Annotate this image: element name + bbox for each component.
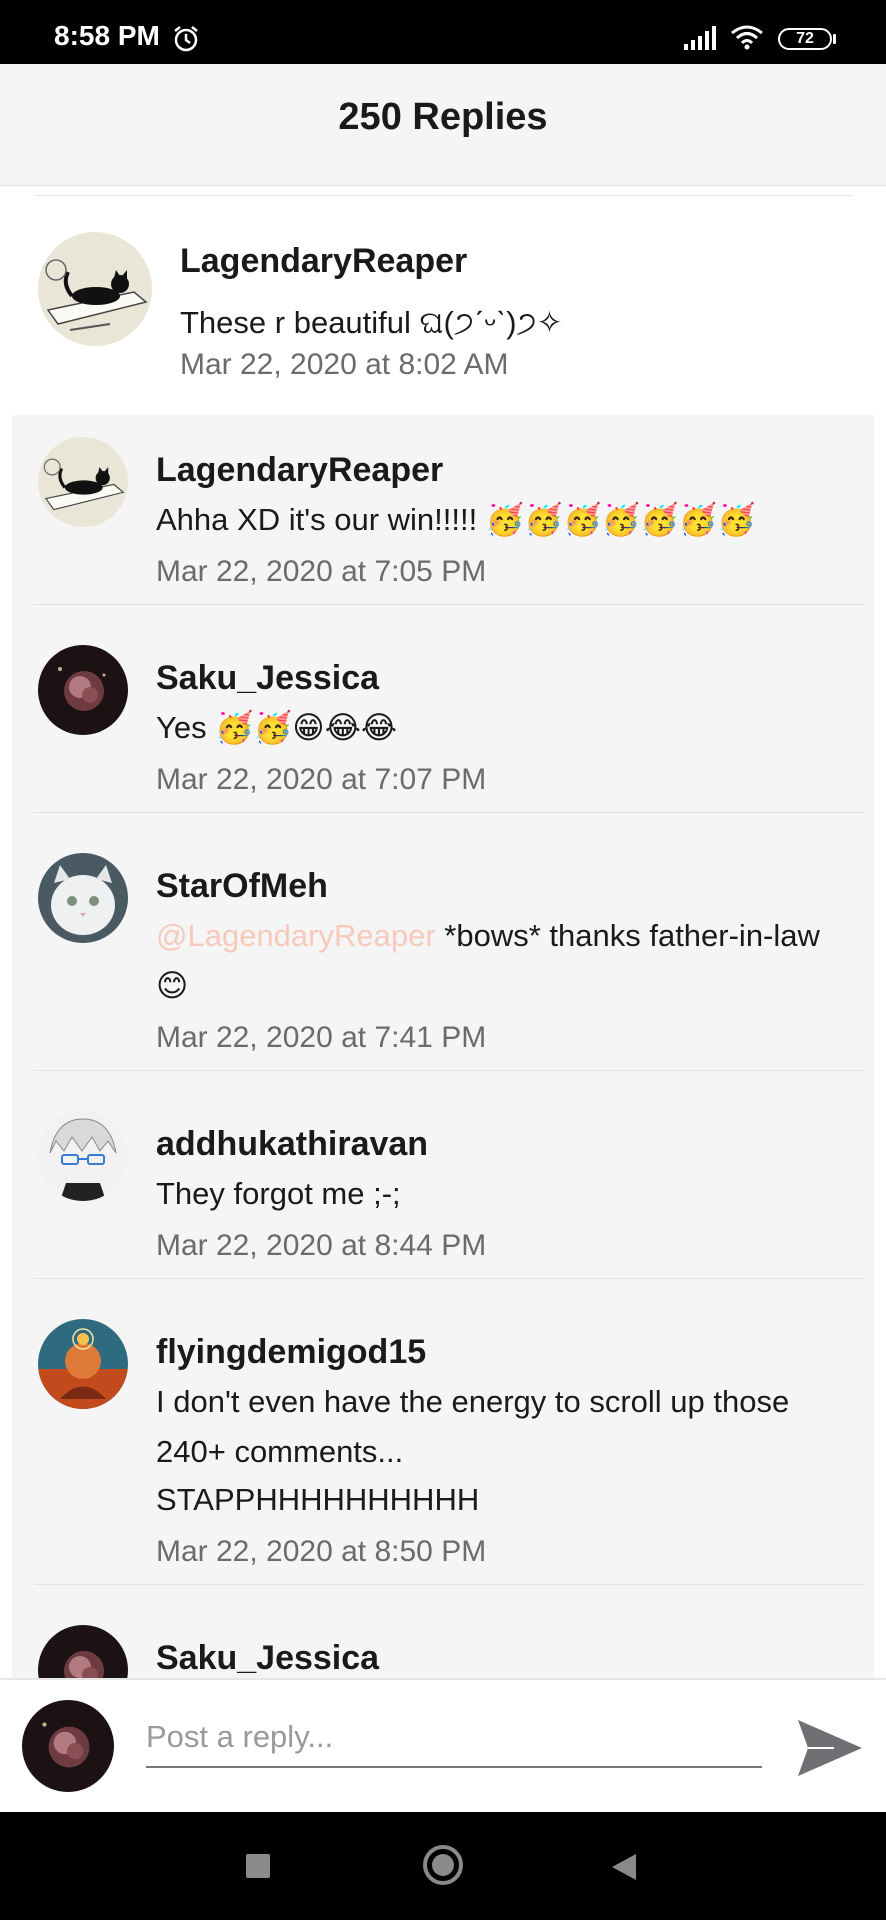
reply-text: Yes 🥳🥳😁😂😂 xyxy=(156,710,398,745)
reply-thread: LagendaryReaper Ahha XD it's our win!!!!… xyxy=(12,415,874,1679)
reply-username[interactable]: addhukathiravan xyxy=(156,1125,428,1164)
divider xyxy=(34,604,864,605)
comment-username[interactable]: LagendaryReaper xyxy=(180,242,467,281)
send-icon xyxy=(794,1720,866,1784)
system-nav-bar xyxy=(0,1812,886,1920)
avatar[interactable] xyxy=(38,645,128,735)
divider xyxy=(34,812,864,813)
reply-text-body: *bows* thanks father-in-law xyxy=(444,918,820,953)
divider xyxy=(34,1070,864,1071)
signal-icon xyxy=(684,26,718,55)
reply-text: They forgot me ;-; xyxy=(156,1176,401,1211)
reply-username[interactable]: flyingdemigod15 xyxy=(156,1333,426,1372)
avatar xyxy=(22,1700,114,1792)
reply-timestamp: Mar 22, 2020 at 7:05 PM xyxy=(156,555,487,588)
recents-button[interactable] xyxy=(246,1854,270,1878)
avatar[interactable] xyxy=(38,1625,128,1679)
divider xyxy=(34,1278,864,1279)
reply-text-line: 240+ comments... xyxy=(156,1434,404,1469)
reply-text: I don't even have the energy to scroll u… xyxy=(156,1384,790,1419)
battery-cap xyxy=(833,34,836,44)
wifi-icon xyxy=(730,24,764,55)
send-button[interactable] xyxy=(794,1716,866,1780)
reply-text-line: STAPPHHHHHHHHHH xyxy=(156,1482,480,1517)
reply-username[interactable]: StarOfMeh xyxy=(156,867,328,906)
alarm-icon xyxy=(172,25,200,58)
reply-input[interactable] xyxy=(146,1708,762,1768)
reply-timestamp: Mar 22, 2020 at 7:07 PM xyxy=(156,763,487,796)
avatar[interactable] xyxy=(38,1111,128,1201)
status-time: 8:58 PM xyxy=(54,20,160,51)
reply-composer xyxy=(0,1678,886,1812)
avatar[interactable] xyxy=(38,1319,128,1409)
avatar[interactable] xyxy=(38,232,152,346)
avatar[interactable] xyxy=(38,853,128,943)
back-button[interactable] xyxy=(610,1852,638,1882)
reply-username[interactable]: Saku_Jessica xyxy=(156,1639,379,1678)
comment-timestamp: Mar 22, 2020 at 8:02 AM xyxy=(180,348,509,381)
reply-text: Ahha XD it's our win!!!!! 🥳🥳🥳🥳🥳🥳🥳 xyxy=(156,502,757,537)
reply-text: @LagendaryReaper *bows* thanks father-in… xyxy=(156,911,820,961)
reply-timestamp: Mar 22, 2020 at 8:50 PM xyxy=(156,1535,487,1568)
header: 250 Replies xyxy=(0,64,886,186)
reply-text-line: 😊 xyxy=(156,968,189,1003)
divider xyxy=(34,1584,864,1585)
reply-username[interactable]: Saku_Jessica xyxy=(156,659,379,698)
home-button[interactable] xyxy=(422,1844,464,1886)
battery-icon: 72 xyxy=(778,28,832,50)
page-title: 250 Replies xyxy=(338,96,548,138)
reply-timestamp: Mar 22, 2020 at 8:44 PM xyxy=(156,1229,487,1262)
comment-list[interactable]: LagendaryReaper These r beautiful ଘ(੭ˊᵕˋ… xyxy=(0,186,886,1679)
comment-text: These r beautiful ଘ(੭ˊᵕˋ)੭✧ xyxy=(180,305,563,340)
status-bar: 8:58 PM 72 xyxy=(0,0,886,64)
reply-timestamp: Mar 22, 2020 at 7:41 PM xyxy=(156,1021,487,1054)
avatar[interactable] xyxy=(38,437,128,527)
user-mention-link[interactable]: @LagendaryReaper xyxy=(156,918,436,953)
reply-username[interactable]: LagendaryReaper xyxy=(156,451,443,490)
